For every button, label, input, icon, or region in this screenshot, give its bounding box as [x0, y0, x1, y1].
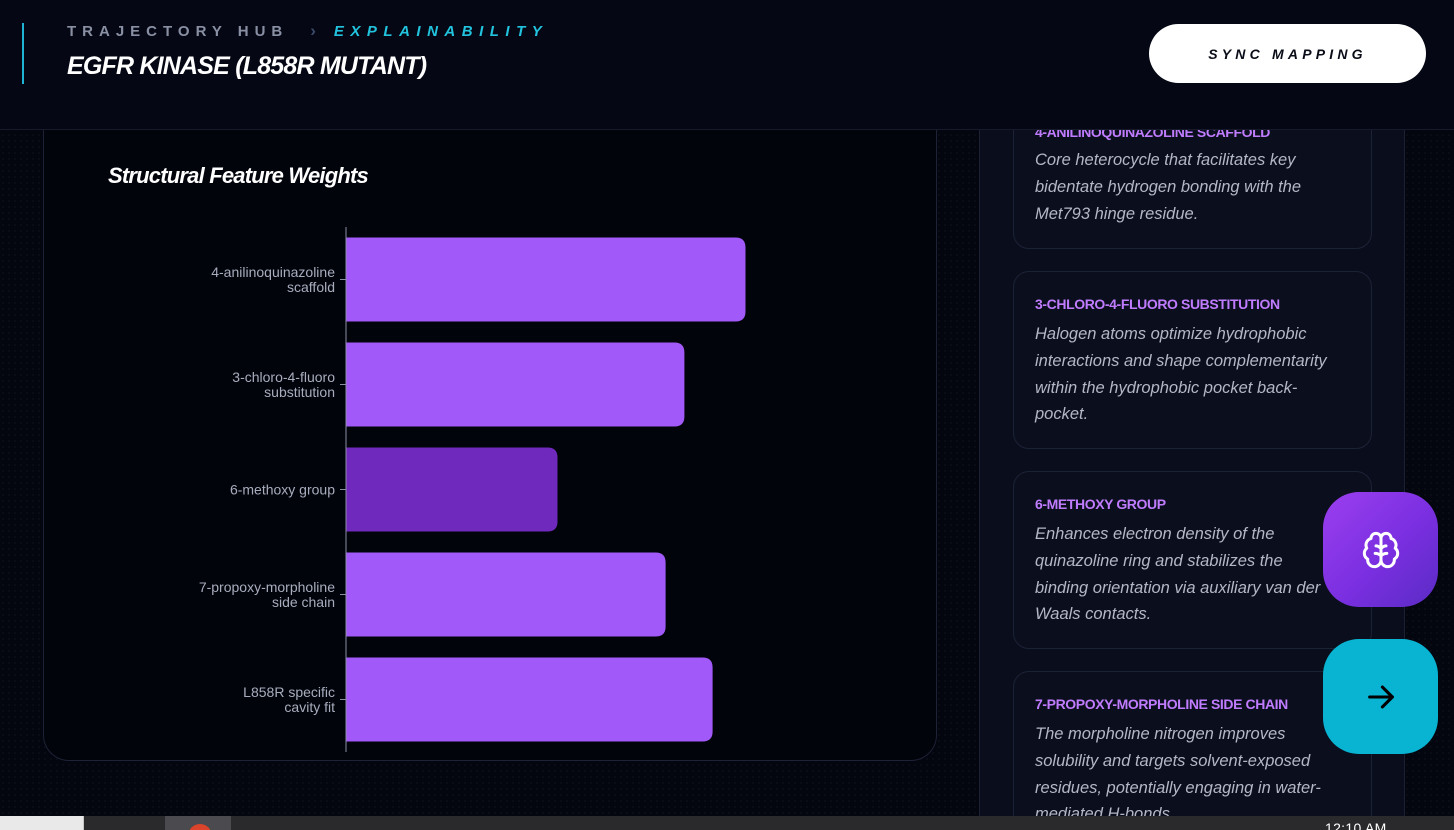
insight-line: Halogen atoms optimize hydrophobic: [1035, 325, 1307, 343]
breadcrumb-root-link[interactable]: TRAJECTORY HUB: [67, 23, 288, 40]
start-button[interactable]: [0, 816, 84, 830]
insight-card-3: 6-METHOXY GROUP Enhances electron densit…: [1013, 471, 1372, 649]
insight-line: Waals contacts.: [1035, 605, 1152, 624]
sync-mapping-button[interactable]: SYNC MAPPING: [1149, 24, 1426, 83]
chart-bar[interactable]: [346, 342, 685, 427]
chart-bar[interactable]: [346, 237, 746, 322]
os-taskbar: 12:10 AM: [0, 816, 1454, 830]
insight-title: 3-CHLORO-4-FLUORO SUBSTITUTION: [1035, 296, 1280, 312]
insight-line: pocket.: [1035, 405, 1089, 424]
insight-title: 6-METHOXY GROUP: [1035, 496, 1166, 512]
insight-line: residues, potentially engaging in water-: [1035, 778, 1321, 797]
y-axis-tick-label: 6-methoxy group: [230, 482, 335, 498]
page-title: EGFR KINASE (L858R MUTANT): [67, 52, 427, 80]
insight-description: Core heterocycle that facilitates key bi…: [1035, 147, 1355, 227]
y-axis-tick-label: L858R specific cavity fit: [243, 684, 335, 715]
y-axis-tick-label: 3-chloro-4-fluoro substitution: [232, 369, 335, 400]
insight-line: bidentate hydrogen bonding with the: [1035, 177, 1302, 196]
insight-description: Halogen atoms optimize hydrophobic inter…: [1035, 321, 1355, 428]
next-step-button[interactable]: [1323, 639, 1438, 754]
insight-line: solubility and targets solvent-exposed: [1035, 751, 1311, 770]
arrow-right-icon: [1367, 685, 1394, 708]
insight-line: within the hydrophobic pocket back-: [1035, 378, 1298, 397]
breadcrumb: TRAJECTORY HUB › EXPLAINABILITY: [67, 21, 549, 40]
insight-line: Met793 hinge residue.: [1035, 204, 1199, 223]
insight-title: 7-PROPOXY-MORPHOLINE SIDE CHAIN: [1035, 696, 1288, 712]
insight-line: The morpholine nitrogen improves: [1035, 725, 1286, 743]
insight-card-2: 3-CHLORO-4-FLUORO SUBSTITUTION Halogen a…: [1013, 271, 1372, 449]
insight-description: The morpholine nitrogen improves solubil…: [1035, 721, 1355, 828]
chart-bar[interactable]: [346, 657, 713, 742]
chevron-right-icon: ›: [310, 21, 316, 40]
y-axis-tick-label: 4-anilinoquinazoline scaffold: [211, 264, 335, 295]
breadcrumb-current: EXPLAINABILITY: [333, 22, 549, 40]
ai-assistant-button[interactable]: [1323, 492, 1438, 607]
top-header: TRAJECTORY HUB › EXPLAINABILITY EGFR KIN…: [0, 0, 1454, 130]
y-axis-tick-label: 7-propoxy-morpholine side chain: [199, 579, 335, 610]
chart-bar[interactable]: [346, 552, 666, 637]
insight-line: Core heterocycle that facilitates key: [1035, 151, 1296, 169]
taskbar-clock: 12:10 AM: [1325, 820, 1387, 830]
header-accent-bar: [22, 23, 24, 84]
insight-card-4: 7-PROPOXY-MORPHOLINE SIDE CHAIN The morp…: [1013, 671, 1372, 830]
insight-line: interactions and shape complementarity: [1035, 351, 1327, 370]
chart-bar[interactable]: [346, 447, 558, 532]
brain-icon: [1362, 531, 1399, 568]
